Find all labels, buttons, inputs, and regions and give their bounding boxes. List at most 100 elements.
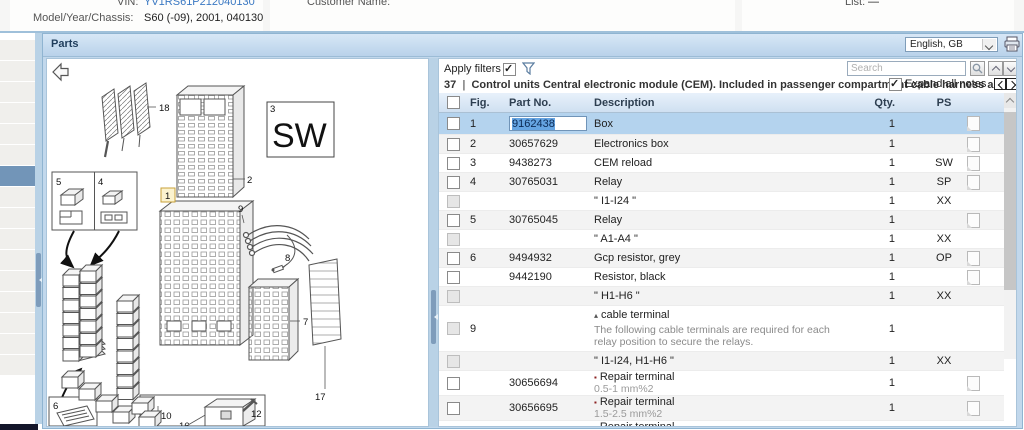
table-row[interactable]: 69494932Gcp resistor, grey1OP	[439, 249, 1004, 268]
expand-notes-checkbox[interactable]	[889, 78, 902, 91]
sidebar-item[interactable]	[0, 40, 35, 61]
table-row[interactable]: 19162438Box1	[439, 113, 1004, 135]
note-icon[interactable]	[967, 175, 980, 190]
scrollbar-up-button[interactable]	[1004, 93, 1016, 108]
column-header-fig[interactable]: Fig.	[465, 93, 501, 112]
table-row[interactable]: 9442190Resistor, black1	[439, 268, 1004, 287]
table-row[interactable]: " I1-I24, H1-H6 "1XX	[439, 352, 1004, 371]
note-icon[interactable]	[967, 251, 980, 266]
row-checkbox[interactable]	[447, 138, 460, 151]
language-select[interactable]: English, GB	[905, 37, 998, 52]
note-icon[interactable]	[967, 401, 980, 416]
print-button[interactable]	[1003, 36, 1021, 52]
row-checkbox	[447, 195, 460, 208]
sidebar-item[interactable]	[0, 229, 35, 250]
checkbox-cell	[439, 154, 465, 172]
note-marker-icon: ▪	[594, 398, 597, 407]
table-row[interactable]: 30656696▪Repair terminal4-6 mm%21	[439, 421, 1004, 427]
diagram-callout[interactable]: 12	[251, 409, 262, 420]
prev-page-button[interactable]	[994, 78, 1006, 90]
table-row[interactable]: 30656695▪Repair terminal1.5-2.5 mm%21	[439, 396, 1004, 421]
table-row[interactable]: 9▴cable terminalThe following cable term…	[439, 306, 1004, 352]
row-checkbox[interactable]	[447, 176, 460, 189]
sidebar-item[interactable]	[0, 313, 35, 334]
diagram-callout[interactable]: 2	[247, 175, 252, 186]
note-icon[interactable]	[967, 213, 980, 228]
row-checkbox[interactable]	[447, 117, 460, 130]
row-checkbox[interactable]	[447, 214, 460, 227]
filter-icon[interactable]	[522, 62, 535, 75]
search-prev-button[interactable]	[988, 61, 1003, 76]
diagram-callout[interactable]: 8	[285, 253, 290, 264]
row-checkbox[interactable]	[447, 157, 460, 170]
table-row[interactable]: 230657629Electronics box1	[439, 135, 1004, 154]
apply-filters-checkbox[interactable]	[503, 63, 516, 76]
row-checkbox[interactable]	[447, 252, 460, 265]
table-row[interactable]: 39438273CEM reload1SW	[439, 154, 1004, 173]
diagram-callout[interactable]: 3	[270, 104, 275, 115]
column-header-ps[interactable]: PS	[909, 93, 979, 112]
sidebar-item[interactable]	[0, 334, 35, 355]
row-checkbox[interactable]	[447, 271, 460, 284]
diagram-callout[interactable]: 4	[98, 177, 103, 188]
table-row[interactable]: 430765031Relay1SP	[439, 173, 1004, 192]
sidebar-spacer	[0, 33, 35, 40]
sidebar-item[interactable]	[0, 124, 35, 145]
table-row[interactable]: 30656694▪Repair terminal0.5-1 mm%21	[439, 371, 1004, 396]
diagram-callout[interactable]: 6	[53, 401, 58, 412]
sidebar-item[interactable]	[0, 103, 35, 124]
note-icon[interactable]	[967, 116, 980, 131]
search-button[interactable]	[970, 61, 985, 76]
description-cell: " I1-I24 "	[589, 192, 867, 210]
vin-value[interactable]: YV1RS61P212040130	[144, 0, 255, 8]
column-header-part[interactable]: Part No.	[501, 93, 589, 112]
header-select-checkbox[interactable]	[447, 96, 460, 109]
diagram-callout[interactable]: 16	[179, 421, 190, 426]
scrollbar-thumb[interactable]	[1004, 112, 1016, 290]
diagram-callout[interactable]: 17	[315, 392, 326, 403]
sidebar-item[interactable]	[0, 187, 35, 208]
table-row[interactable]: " A1-A4 "1XX	[439, 230, 1004, 249]
part-number-input[interactable]: 9162438	[509, 116, 587, 131]
app-window: VIN: YV1RS61P212040130 Model/Year/Chassi…	[0, 0, 1024, 430]
sidebar-item[interactable]	[0, 82, 35, 103]
sidebar-item[interactable]	[0, 271, 35, 292]
table-row[interactable]: " I1-I24 "1XX	[439, 192, 1004, 211]
sidebar-item[interactable]	[0, 250, 35, 271]
column-header-description[interactable]: Description	[589, 93, 867, 112]
note-icon[interactable]	[967, 137, 980, 152]
sidebar-item[interactable]	[0, 208, 35, 229]
note-icon[interactable]	[967, 426, 980, 428]
diagram-callout[interactable]: 10	[161, 411, 172, 422]
part-number-cell	[501, 230, 589, 248]
splitter-handle[interactable]	[36, 253, 41, 307]
note-marker-icon: ▪	[594, 423, 597, 427]
row-checkbox[interactable]	[447, 402, 460, 415]
diagram-callout[interactable]: 18	[159, 103, 170, 114]
diagram-callout[interactable]: 1	[165, 191, 170, 202]
splitter-handle[interactable]	[431, 290, 436, 344]
panel-splitter[interactable]	[429, 58, 438, 427]
row-checkbox[interactable]	[447, 427, 460, 428]
diagram-callout[interactable]: 7	[303, 317, 308, 328]
sidebar-item[interactable]	[0, 145, 35, 166]
chevron-down-icon[interactable]	[982, 39, 996, 50]
table-row[interactable]: 530765045Relay1	[439, 211, 1004, 230]
column-header-qty[interactable]: Qty.	[863, 93, 897, 112]
back-button[interactable]	[53, 64, 68, 80]
search-next-button[interactable]	[1003, 61, 1017, 76]
note-icon[interactable]	[967, 270, 980, 285]
note-icon[interactable]	[967, 156, 980, 171]
table-row[interactable]: " H1-H6 "1XX	[439, 287, 1004, 306]
sidebar-item[interactable]	[0, 355, 35, 376]
sidebar-item[interactable]	[0, 61, 35, 82]
sidebar-splitter[interactable]	[35, 33, 42, 424]
sidebar-item[interactable]	[0, 166, 35, 187]
search-input[interactable]	[847, 61, 966, 76]
sidebar-item[interactable]	[0, 292, 35, 313]
row-checkbox[interactable]	[447, 377, 460, 390]
description-text: Gcp resistor, grey	[594, 252, 680, 264]
note-icon[interactable]	[967, 376, 980, 391]
diagram-callout[interactable]: 5	[56, 177, 61, 188]
diagram-callout[interactable]: 9	[238, 204, 243, 215]
